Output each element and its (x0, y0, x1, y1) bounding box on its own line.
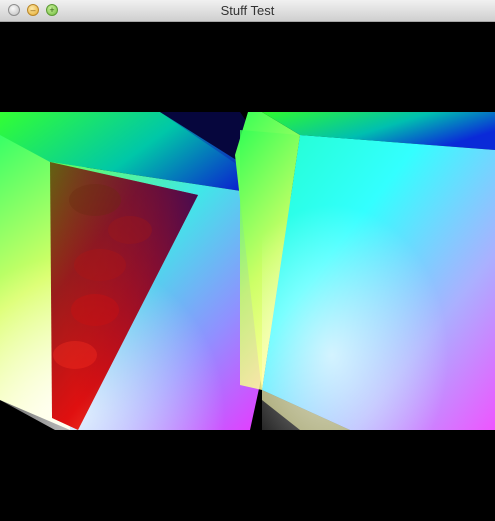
app-window: – + Stuff Test (0, 0, 495, 521)
render-canvas[interactable] (0, 22, 495, 521)
title-bar[interactable]: – + Stuff Test (0, 0, 495, 22)
window-title: Stuff Test (220, 3, 275, 18)
scene-graphic (0, 22, 495, 521)
right-cube (235, 112, 495, 430)
